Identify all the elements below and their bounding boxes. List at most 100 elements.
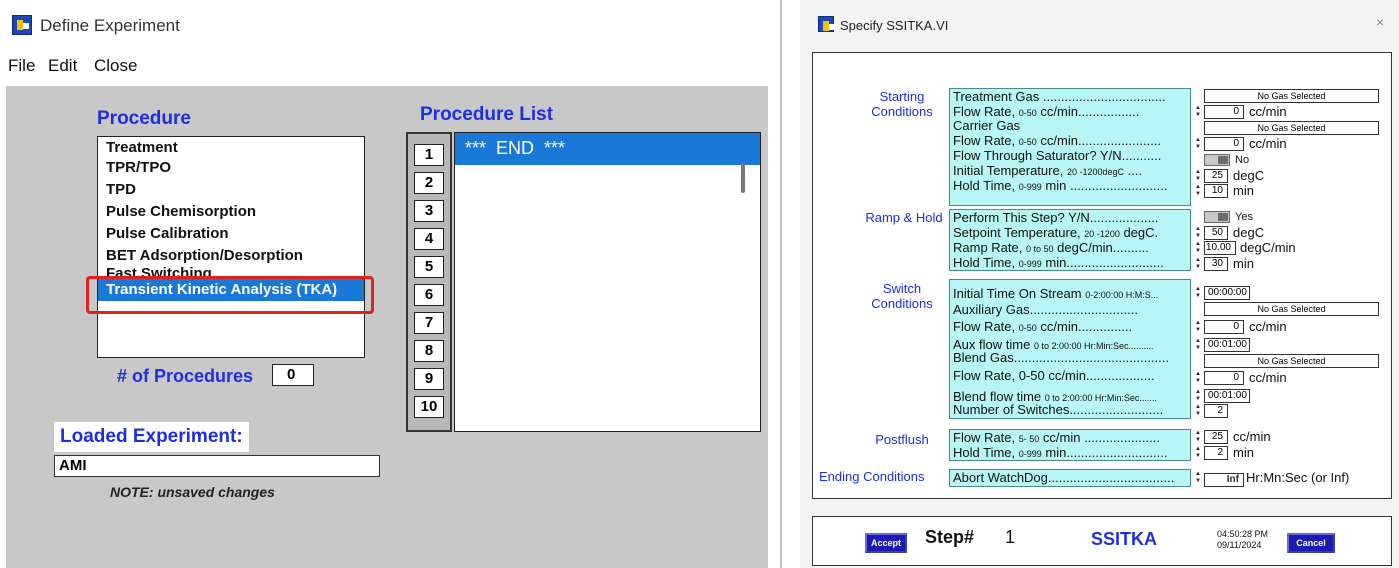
hold-time-label: Hold Time, 0-999 min....................…: [953, 255, 1164, 270]
unit-label: cc/min: [1249, 370, 1287, 385]
procedure-item-treatment[interactable]: Treatment: [106, 139, 178, 157]
spinner-icon[interactable]: ▲ ▼: [1195, 257, 1201, 271]
procedure-item-bet[interactable]: BET Adsorption/Desorption: [106, 247, 303, 265]
spinner-icon[interactable]: ▲ ▼: [1195, 446, 1201, 460]
blend-gas-field[interactable]: No Gas Selected: [1204, 354, 1379, 368]
initial-temp-field[interactable]: 25: [1204, 169, 1228, 183]
aux-gas-field[interactable]: No Gas Selected: [1204, 302, 1379, 316]
spinner-icon[interactable]: ▲ ▼: [1195, 371, 1201, 385]
step-number: 4: [414, 228, 444, 250]
setpoint-temp-label: Setpoint Temperature, 20 -1200 degC.: [953, 225, 1159, 240]
blend-flow-time-field[interactable]: 00:01:00: [1204, 389, 1250, 403]
define-experiment-window: Define Experiment File Edit Close Proced…: [0, 0, 768, 568]
section-switch-conditions: Switch Conditions: [871, 281, 933, 311]
unit-label: degC: [1233, 225, 1265, 240]
treatment-gas-label: Treatment Gas ..........................…: [953, 89, 1166, 104]
section-ending-conditions: Ending Conditions: [819, 469, 925, 484]
step-number-column: 1 2 3 4 5 6 7 8 9 10: [406, 132, 452, 432]
aux-flow-time-field[interactable]: 00:01:00: [1204, 338, 1250, 352]
step-number: 10: [414, 396, 444, 418]
procedure-list-item-end[interactable]: *** END ***: [455, 133, 760, 165]
spinner-icon[interactable]: ▲ ▼: [1195, 338, 1201, 352]
timestamp: 04:50:28 PM 09/11/2024: [1217, 529, 1268, 551]
flow-rate-field[interactable]: 0: [1204, 105, 1244, 119]
perform-step-toggle[interactable]: [1204, 211, 1230, 223]
saturator-label: Flow Through Saturator? Y/N...........: [953, 148, 1162, 163]
spinner-icon[interactable]: ▲ ▼: [1195, 105, 1201, 119]
procedure-listbox[interactable]: Treatment TPR/TPO TPD Pulse Chemisorptio…: [97, 136, 365, 358]
hold-time-field[interactable]: 10: [1204, 184, 1228, 198]
spinner-icon[interactable]: ▲ ▼: [1195, 226, 1201, 240]
section-starting-conditions: Starting Conditions: [871, 89, 933, 119]
num-switches-field[interactable]: 2: [1204, 404, 1228, 418]
step-number: 7: [414, 312, 444, 334]
procedure-item-tpd[interactable]: TPD: [106, 181, 136, 199]
flow-rate-field[interactable]: 0: [1204, 137, 1244, 151]
spinner-icon[interactable]: ▲ ▼: [1195, 389, 1201, 403]
setpoint-temp-field[interactable]: 50: [1204, 226, 1228, 240]
ramp-rate-label: Ramp Rate, 0 to 50 degC/min..........: [953, 240, 1149, 255]
step-number: 2: [414, 172, 444, 194]
initial-temp-label: Initial Temperature, 20 -1200degC ....: [953, 163, 1143, 178]
ramp-hold-group: Perform This Step? Y/N..................…: [949, 209, 1191, 271]
spinner-icon[interactable]: ▲ ▼: [1195, 184, 1201, 198]
accept-button[interactable]: Accept: [865, 533, 907, 553]
list-scrollbar[interactable]: [741, 163, 745, 193]
cancel-button[interactable]: Cancel: [1287, 533, 1335, 553]
menu-bar: File Edit Close: [0, 52, 768, 86]
loaded-experiment-field[interactable]: AMI: [54, 455, 380, 477]
unsaved-note: NOTE: unsaved changes: [110, 484, 275, 500]
aux-flow-rate-field[interactable]: 0: [1204, 320, 1244, 334]
spinner-icon[interactable]: ▲ ▼: [1195, 286, 1201, 300]
spinner-icon[interactable]: ▲ ▼: [1195, 404, 1201, 418]
labview-app-icon: [12, 15, 32, 35]
date-value: 09/11/2024: [1217, 540, 1262, 550]
num-procedures-label: # of Procedures: [117, 366, 254, 386]
procedure-item-tpr-tpo[interactable]: TPR/TPO: [106, 159, 171, 177]
procedure-list-box[interactable]: *** END ***: [454, 132, 761, 432]
spinner-icon[interactable]: ▲ ▼: [1195, 471, 1201, 485]
abort-watchdog-field[interactable]: Inf: [1204, 473, 1244, 487]
spinner-icon[interactable]: ▲ ▼: [1195, 137, 1201, 151]
num-procedures-field[interactable]: 0: [272, 364, 314, 386]
step-label: Step#: [925, 527, 975, 547]
postflush-hold-time-field[interactable]: 2: [1204, 446, 1228, 460]
bottom-bar: Accept Step# 1 SSITKA 04:50:28 PM 09/11/…: [812, 516, 1392, 566]
aux-gas-label: Auxiliary Gas...........................…: [953, 302, 1138, 317]
procedure-label: Procedure: [97, 108, 191, 129]
num-switches-label: Number of Switches......................…: [953, 402, 1164, 417]
specify-ssitka-window: Specify SSITKA.VI × Starting Conditions …: [800, 0, 1399, 568]
treatment-gas-field[interactable]: No Gas Selected: [1204, 89, 1379, 103]
procedure-item-pulse-chemisorption[interactable]: Pulse Chemisorption: [106, 203, 256, 221]
blend-gas-label: Blend Gas...............................…: [953, 350, 1170, 365]
unit-label: cc/min: [1249, 319, 1287, 334]
blend-flow-rate-field[interactable]: 0: [1204, 371, 1244, 385]
procedure-item-pulse-calibration[interactable]: Pulse Calibration: [106, 225, 229, 243]
saturator-toggle[interactable]: [1204, 154, 1230, 166]
window-title: Define Experiment: [40, 16, 180, 35]
perform-step-label: Perform This Step? Y/N..................…: [953, 210, 1159, 225]
hold-time-label: Hold Time, 0-999 min....................…: [953, 445, 1168, 460]
postflush-flow-rate-field[interactable]: 25: [1204, 430, 1228, 444]
ending-conditions-group: Abort WatchDog..........................…: [949, 469, 1191, 487]
flow-rate-label: Flow Rate, 0-50 cc/min...............: [953, 319, 1133, 334]
menu-edit[interactable]: Edit: [48, 56, 77, 76]
menu-close[interactable]: Close: [94, 56, 137, 76]
menu-file[interactable]: File: [8, 56, 35, 76]
spinner-icon[interactable]: ▲ ▼: [1195, 430, 1201, 444]
spinner-icon[interactable]: ▲ ▼: [1195, 320, 1201, 334]
hold-time-label: Hold Time, 0-999 min ...................…: [953, 178, 1168, 193]
ramp-rate-field[interactable]: 10.00: [1204, 241, 1236, 255]
step-number: 3: [414, 200, 444, 222]
highlight-box: [86, 276, 374, 314]
step-number: 5: [414, 256, 444, 278]
spinner-icon[interactable]: ▲ ▼: [1195, 241, 1201, 255]
carrier-gas-field[interactable]: No Gas Selected: [1204, 121, 1379, 135]
unit-label: cc/min: [1233, 429, 1271, 444]
close-icon[interactable]: ×: [1376, 14, 1384, 30]
unit-label: cc/min: [1249, 104, 1287, 119]
spinner-icon[interactable]: ▲ ▼: [1195, 169, 1201, 183]
starting-conditions-group: Treatment Gas ..........................…: [949, 88, 1191, 206]
hold-time-field[interactable]: 30: [1204, 257, 1228, 271]
initial-time-field[interactable]: 00:00:00: [1204, 286, 1250, 300]
